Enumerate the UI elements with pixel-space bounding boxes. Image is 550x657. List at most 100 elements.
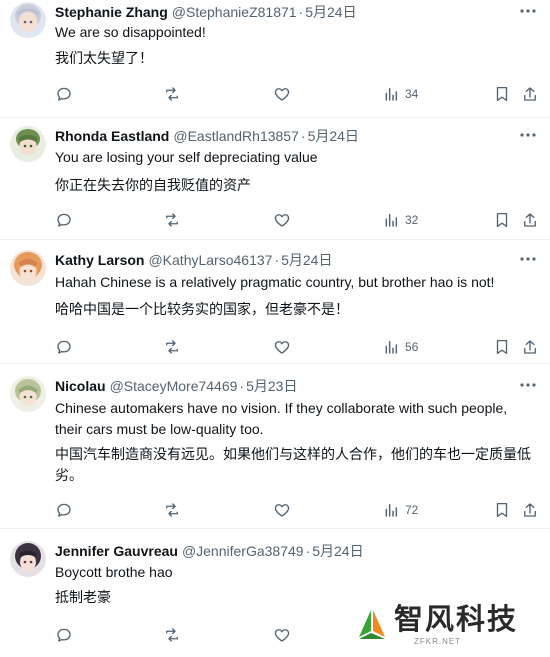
author-handle[interactable]: @StaceyMore74469 <box>110 378 238 394</box>
action-bar: 72 <box>55 500 540 520</box>
avatar[interactable] <box>10 541 46 577</box>
more-icon[interactable] <box>518 250 538 270</box>
watermark-logo-icon <box>354 607 390 648</box>
avatar[interactable] <box>10 376 46 412</box>
heart-icon <box>274 341 290 354</box>
separator-dot: · <box>300 128 306 144</box>
action-bar: 34 <box>55 84 540 104</box>
author-name[interactable]: Kathy Larson <box>55 252 144 268</box>
reply-button[interactable] <box>55 337 73 357</box>
tweet[interactable]: Kathy Larson @KathyLarso46137 · 5月24日 Hahah… <box>0 240 550 364</box>
views-button[interactable]: 72 <box>383 500 418 520</box>
views-button[interactable]: 56 <box>383 337 418 357</box>
like-button[interactable] <box>273 500 291 520</box>
heart-icon <box>274 504 290 517</box>
share-icon <box>524 213 536 227</box>
action-bar: 32 <box>55 210 540 230</box>
separator-dot: · <box>274 252 280 268</box>
retweet-icon <box>166 213 178 227</box>
retweet-button[interactable] <box>163 84 181 104</box>
tweet-date[interactable]: 5月23日 <box>246 378 297 394</box>
share-button[interactable] <box>521 210 539 230</box>
tweet-text-en: Boycott brothe hao <box>55 564 173 580</box>
separator-dot: · <box>298 4 304 20</box>
reply-button[interactable] <box>55 210 73 230</box>
author-name[interactable]: Nicolau <box>55 378 106 394</box>
reply-button[interactable] <box>55 84 73 104</box>
watermark: 智风科技 ZFKR.NET <box>354 603 534 647</box>
reply-icon <box>57 628 71 642</box>
like-button[interactable] <box>273 337 291 357</box>
tweet-date[interactable]: 5月24日 <box>312 543 363 559</box>
view-count: 34 <box>405 87 419 101</box>
heart-icon <box>274 629 290 642</box>
view-count: 56 <box>405 340 419 354</box>
like-button[interactable] <box>273 210 291 230</box>
bookmark-button[interactable] <box>493 337 511 357</box>
separator-dot: · <box>305 543 311 559</box>
author-name[interactable]: Stephanie Zhang <box>55 4 168 20</box>
retweet-button[interactable] <box>163 500 181 520</box>
tweet[interactable]: Rhonda Eastland @EastlandRh13857 · 5月24日 Yo… <box>0 118 550 240</box>
tweet-text-en: We are so disappointed! <box>55 24 206 40</box>
bookmark-button[interactable] <box>493 500 511 520</box>
share-button[interactable] <box>521 337 539 357</box>
bookmark-icon <box>496 502 508 518</box>
bookmark-button[interactable] <box>493 84 511 104</box>
tweet-text-zh: 哈哈中国是一个比较务实的国家，但老豪不是！ <box>55 301 349 317</box>
bookmark-button[interactable] <box>493 210 511 230</box>
tweet-date[interactable]: 5月24日 <box>308 128 359 144</box>
reply-button[interactable] <box>55 625 73 645</box>
author-handle[interactable]: @StephanieZ81871 <box>172 4 297 20</box>
author-name[interactable]: Jennifer Gauvreau <box>55 543 178 559</box>
views-button[interactable]: 32 <box>383 210 418 230</box>
share-button[interactable] <box>521 500 539 520</box>
more-icon[interactable] <box>518 2 538 22</box>
tweet-date[interactable]: 5月24日 <box>305 4 356 20</box>
retweet-button[interactable] <box>163 337 181 357</box>
share-icon <box>524 87 536 101</box>
heart-icon <box>274 88 290 101</box>
share-icon <box>524 503 536 517</box>
bookmark-icon <box>496 339 508 355</box>
retweet-button[interactable] <box>163 210 181 230</box>
author-handle[interactable]: @KathyLarso46137 <box>148 252 272 268</box>
watermark-name: 智风科技 <box>394 602 519 636</box>
reply-icon <box>57 213 71 227</box>
avatar[interactable] <box>10 2 46 38</box>
separator-dot: · <box>239 378 245 394</box>
tweet[interactable]: Stephanie Zhang @StephanieZ81871 · 5月24日 We… <box>0 0 550 118</box>
views-icon <box>385 87 398 101</box>
author-handle[interactable]: @EastlandRh13857 <box>173 128 299 144</box>
share-button[interactable] <box>521 84 539 104</box>
tweet-date[interactable]: 5月24日 <box>281 252 332 268</box>
reply-feed: Stephanie Zhang @StephanieZ81871 · 5月24日 We… <box>0 0 550 657</box>
author-name[interactable]: Rhonda Eastland <box>55 128 169 144</box>
views-icon <box>385 340 398 354</box>
tweet[interactable]: Nicolau @StaceyMore74469 · 5月23日 Chinese au… <box>0 364 550 529</box>
view-count: 72 <box>405 503 419 517</box>
author-handle[interactable]: @JenniferGa38749 <box>182 543 304 559</box>
reply-icon <box>57 340 71 354</box>
retweet-icon <box>166 340 178 354</box>
avatar[interactable] <box>10 126 46 162</box>
reply-icon <box>57 87 71 101</box>
views-icon <box>385 503 398 517</box>
retweet-icon <box>166 87 178 101</box>
tweet-text-zh: 你正在失去你的自我贬值的资产 <box>55 177 251 193</box>
like-button[interactable] <box>273 625 291 645</box>
tweet-text-en: Hahah Chinese is a relatively pragmatic … <box>55 274 495 290</box>
views-button[interactable]: 34 <box>383 84 418 104</box>
like-button[interactable] <box>273 84 291 104</box>
reply-button[interactable] <box>55 500 73 520</box>
retweet-icon <box>166 503 178 517</box>
bookmark-icon <box>496 86 508 102</box>
retweet-button[interactable] <box>163 625 181 645</box>
avatar[interactable] <box>10 250 46 286</box>
more-icon[interactable] <box>518 126 538 146</box>
bookmark-icon <box>496 212 508 228</box>
more-icon[interactable] <box>518 376 538 396</box>
tweet-text-zh: 中国汽车制造商没有远见。如果他们与这样的人合作，他们的车也一定质量低劣。 <box>55 446 531 483</box>
share-icon <box>524 340 536 354</box>
heart-icon <box>274 214 290 227</box>
